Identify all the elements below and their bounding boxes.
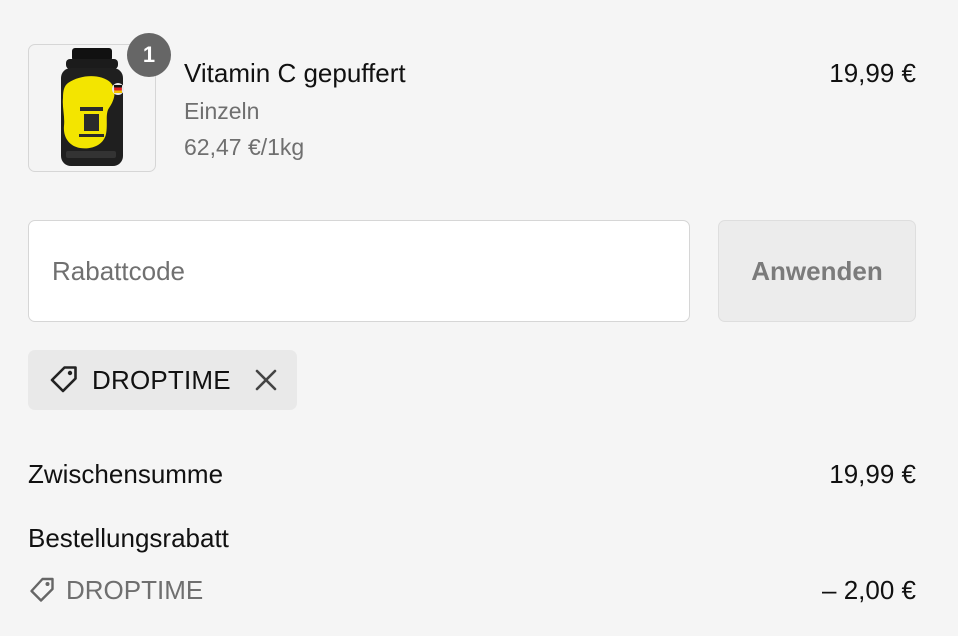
order-discount-label: Bestellungsrabatt <box>28 523 229 553</box>
order-discount-code: DROPTIME <box>66 575 204 605</box>
applied-discount-code: DROPTIME <box>92 365 231 395</box>
close-icon[interactable] <box>252 366 280 394</box>
line-item-price: 19,99 € <box>829 58 916 88</box>
product-variant: Einzeln <box>184 98 260 124</box>
unit-price: 62,47 €/1kg <box>184 134 305 160</box>
order-discount-value: – 2,00 € <box>822 575 916 605</box>
applied-discount-chip: DROPTIME <box>28 350 297 410</box>
product-thumbnail: 1 <box>28 33 171 172</box>
apply-discount-button[interactable]: Anwenden <box>718 220 916 322</box>
product-name: Vitamin C gepuffert <box>184 58 406 88</box>
tag-icon <box>50 366 77 393</box>
subtotal-label: Zwischensumme <box>28 459 224 489</box>
product-image <box>61 48 124 166</box>
subtotal-value: 19,99 € <box>829 459 916 489</box>
cart-line-item: 1 Vitamin C gepuffert Einzeln 62,47 €/1k… <box>28 33 916 172</box>
discount-code-input[interactable] <box>28 220 690 322</box>
tag-icon <box>30 577 54 602</box>
quantity-badge: 1 <box>127 33 171 77</box>
